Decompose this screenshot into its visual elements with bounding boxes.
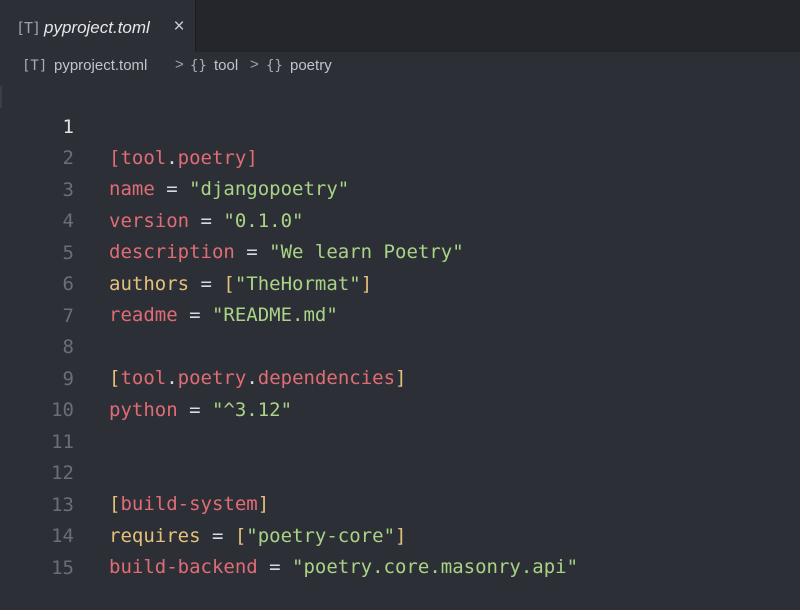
chevron-right-icon: >: [175, 56, 184, 73]
code-line[interactable]: 14 build-backend = "poetry.core.masonry.…: [0, 490, 800, 578]
breadcrumb-item-tool[interactable]: tool: [214, 57, 238, 74]
code-line[interactable]: 12 [build-system]: [0, 427, 800, 515]
code-line[interactable]: 10: [0, 364, 800, 421]
breadcrumb-item-poetry[interactable]: poetry: [290, 57, 332, 74]
code-line[interactable]: 4 description = "We learn Poetry": [0, 175, 800, 263]
tab-bar: [T] pyproject.toml ×: [0, 0, 800, 52]
code-line[interactable]: 6 readme = "README.md": [0, 238, 800, 326]
tab-pyproject-toml[interactable]: [T] pyproject.toml ×: [0, 0, 196, 52]
code-editor[interactable]: 1 [tool.poetry] 2 name = "djangopoetry" …: [0, 80, 800, 610]
toml-file-icon: [T]: [16, 19, 41, 37]
code-line[interactable]: 5 authors = ["TheHormat"]: [0, 207, 800, 295]
code-line[interactable]: 8 [tool.poetry.dependencies]: [0, 301, 800, 389]
chevron-right-icon: >: [250, 56, 259, 73]
editor-window: [T] pyproject.toml × [T] pyproject.toml …: [0, 0, 800, 610]
code-line[interactable]: 3 version = "0.1.0": [0, 144, 800, 232]
breadcrumb: [T] pyproject.toml > {} tool > {} poetry: [0, 52, 800, 80]
tab-label: pyproject.toml: [44, 18, 150, 37]
object-icon: {}: [190, 58, 207, 74]
line-number: 15: [51, 557, 74, 579]
code-line[interactable]: 11: [0, 396, 800, 453]
close-icon[interactable]: ×: [170, 16, 188, 38]
breadcrumb-item-file[interactable]: pyproject.toml: [54, 57, 147, 74]
code-line[interactable]: 13 requires = ["poetry-core"]: [0, 459, 800, 547]
toml-file-icon: [T]: [22, 58, 48, 74]
code-line[interactable]: 1 [tool.poetry]: [0, 81, 800, 169]
object-icon: {}: [266, 58, 283, 74]
code-line[interactable]: 15: [0, 522, 800, 579]
code-line[interactable]: 7: [0, 270, 800, 327]
code-line[interactable]: 9 python = "^3.12": [0, 333, 800, 421]
code-line[interactable]: 2 name = "djangopoetry": [0, 112, 800, 200]
